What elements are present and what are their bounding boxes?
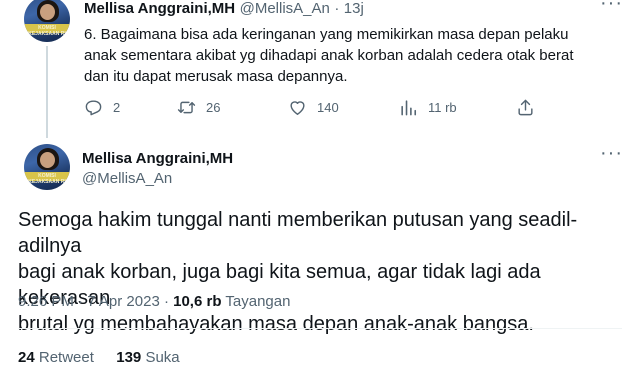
tweet1-text: 6. Bagaimana bisa ada keringanan yang me… — [84, 24, 634, 87]
tweet2-author-handle[interactable]: @MellisA_An — [82, 170, 233, 187]
tweet2-views-value: 10,6 rb — [173, 293, 222, 310]
views-button[interactable]: 11 rb — [399, 98, 457, 117]
tweet1-more-icon[interactable]: ··· — [600, 0, 623, 15]
tweet2-line-3: brutal yg membahayakan masa depan anak-a… — [18, 313, 534, 335]
tweet2-time[interactable]: 9.26 PM — [18, 293, 74, 310]
tweet2-views-label: Tayangan — [225, 293, 291, 310]
heart-icon — [290, 101, 305, 115]
tweet2-author-name[interactable]: Mellisa Anggraini,MH — [82, 150, 233, 167]
reply-button[interactable]: 2 — [84, 98, 120, 117]
tweet1-author-handle[interactable]: @MellisA_An — [240, 0, 330, 17]
tweet1-line-3: dan itu dapat merusak masa depannya. — [84, 68, 348, 85]
avatar-tweet2[interactable]: KOMISI KEJAKSAAN RI — [24, 144, 70, 190]
reply-count: 2 — [113, 100, 121, 115]
avatar-caption: KOMISI KEJAKSAAN RI — [28, 173, 66, 185]
avatar-caption: KOMISI KEJAKSAAN RI — [28, 25, 66, 37]
tweet2-header: Mellisa Anggraini,MH @MellisA_An — [82, 150, 233, 187]
share-button[interactable] — [516, 98, 545, 117]
likes-value: 139 — [116, 349, 142, 366]
like-button[interactable]: 140 — [288, 98, 339, 117]
tweet1-line-2: anak sementara akibat yg dihadapi anak k… — [84, 47, 574, 64]
retweet-button[interactable]: 26 — [177, 98, 220, 117]
views-count: 11 rb — [428, 100, 457, 115]
retweets-value: 24 — [18, 349, 35, 366]
tweet2-date[interactable]: 7 Apr 2023 — [87, 293, 160, 310]
retweet-count: 26 — [206, 100, 221, 115]
tweet2-text: Semoga hakim tunggal nanti memberikan pu… — [18, 207, 633, 337]
tweet2-stats: 24 Retweet 139 Suka — [18, 349, 180, 366]
tweet1-header: Mellisa Anggraini,MH @MellisA_An · 13j — [84, 0, 364, 18]
tweet1-author-name[interactable]: Mellisa Anggraini,MH — [84, 0, 235, 17]
stats-divider — [18, 328, 622, 329]
views-icon — [401, 100, 417, 116]
tweet2-more-icon[interactable]: ··· — [600, 142, 623, 165]
retweets-label: Retweet — [38, 349, 94, 366]
share-icon — [518, 99, 533, 116]
thread-connector — [46, 46, 48, 138]
retweets-stat[interactable]: 24 Retweet — [18, 349, 98, 366]
likes-stat[interactable]: 139 Suka — [116, 349, 179, 366]
tweet1-separator: · — [334, 0, 340, 17]
avatar-face — [40, 4, 55, 20]
tweet2-line-1: Semoga hakim tunggal nanti memberikan pu… — [18, 209, 578, 257]
tweet2-meta: 9.26 PM · 7 Apr 2023 · 10,6 rb Tayangan — [18, 293, 290, 310]
retweet-icon — [177, 101, 196, 114]
tweet1-line-1: 6. Bagaimana bisa ada keringanan yang me… — [84, 26, 569, 43]
tweet1-timestamp[interactable]: 13j — [344, 0, 364, 17]
likes-label: Suka — [145, 349, 180, 366]
like-count: 140 — [317, 100, 339, 115]
tweet2-sep-2: · — [163, 293, 169, 310]
avatar-tweet1[interactable]: KOMISI KEJAKSAAN RI — [24, 0, 70, 42]
reply-icon — [85, 100, 102, 116]
tweet2-sep-1: · — [78, 293, 84, 310]
avatar-face — [40, 152, 55, 168]
